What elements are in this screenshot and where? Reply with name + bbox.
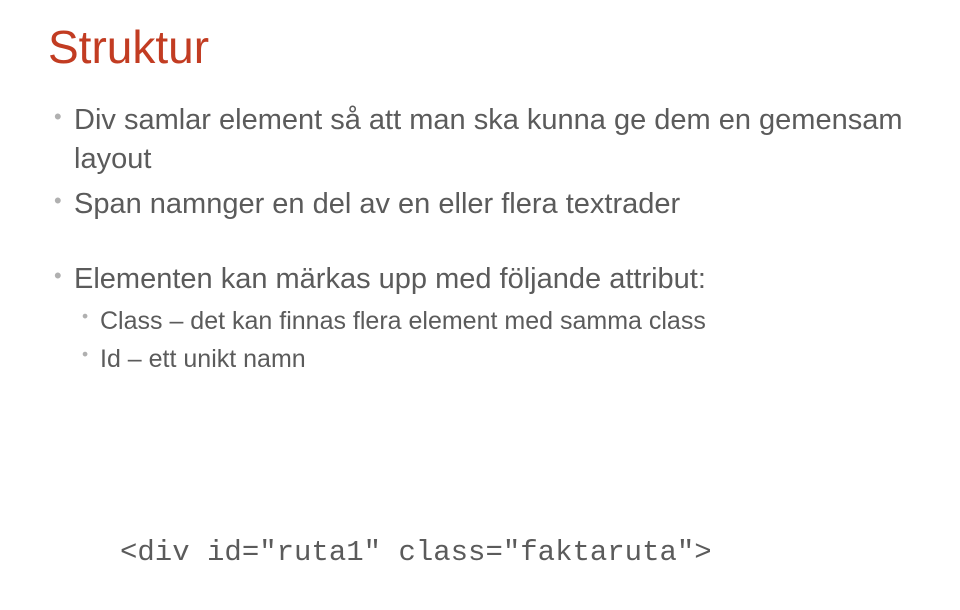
- sub-bullet-item: Id – ett unikt namn: [74, 341, 912, 377]
- spacer: [48, 230, 912, 260]
- slide-title: Struktur: [48, 22, 912, 73]
- sub-bullet-item: Class – det kan finnas flera element med…: [74, 303, 912, 339]
- bullet-text: Elementen kan märkas upp med följande at…: [74, 263, 706, 295]
- bullet-list: Elementen kan märkas upp med följande at…: [48, 260, 912, 378]
- bullet-item: Span namnger en del av en eller flera te…: [48, 185, 912, 224]
- bullet-item: Div samlar element så att man ska kunna …: [48, 101, 912, 179]
- code-line: <div id="ruta1" class="faktaruta">: [120, 525, 912, 582]
- slide: Struktur Div samlar element så att man s…: [0, 0, 960, 610]
- bullet-list: Div samlar element så att man ska kunna …: [48, 101, 912, 224]
- sub-bullet-list: Class – det kan finnas flera element med…: [74, 303, 912, 378]
- bullet-item: Elementen kan märkas upp med följande at…: [48, 260, 912, 378]
- code-example: <div id="ruta1" class="faktaruta"> … </d…: [48, 412, 912, 610]
